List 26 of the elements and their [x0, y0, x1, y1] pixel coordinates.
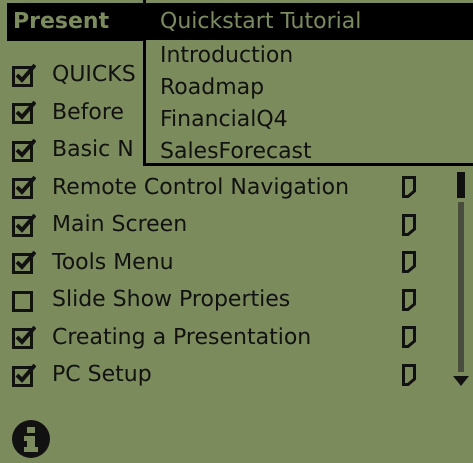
note-icon[interactable] [402, 288, 416, 311]
info-icon[interactable] [12, 420, 50, 458]
topic-label[interactable]: Slide Show Properties [52, 287, 402, 312]
checked-checkbox[interactable] [12, 362, 36, 387]
menu-item[interactable]: Quickstart Tutorial [146, 3, 473, 40]
checked-checkbox[interactable] [12, 250, 36, 274]
menu-item[interactable]: FinancialQ4 [146, 104, 473, 136]
checked-checkbox[interactable] [12, 62, 36, 87]
note-icon[interactable] [402, 176, 416, 198]
note-icon[interactable] [402, 364, 416, 386]
checked-checkbox[interactable] [12, 175, 36, 200]
checked-checkbox[interactable] [12, 138, 36, 162]
checked-checkbox[interactable] [12, 212, 36, 237]
menu-item[interactable]: Introduction [146, 40, 473, 72]
topic-label[interactable]: PC Setup [52, 362, 402, 388]
menu-item[interactable]: Roadmap [146, 72, 473, 104]
note-icon[interactable] [402, 214, 416, 236]
note-icon[interactable] [402, 251, 416, 274]
topic-label[interactable]: Creating a Presentation [52, 324, 402, 350]
menu-item[interactable]: SalesForecast [146, 136, 473, 168]
checked-checkbox[interactable] [12, 325, 36, 350]
topic-label[interactable]: Tools Menu [52, 250, 402, 275]
checked-checkbox[interactable] [12, 100, 36, 124]
topic-label[interactable]: Remote Control Navigation [52, 174, 402, 200]
note-icon[interactable] [402, 326, 416, 348]
topic-label[interactable]: Main Screen [52, 212, 402, 238]
